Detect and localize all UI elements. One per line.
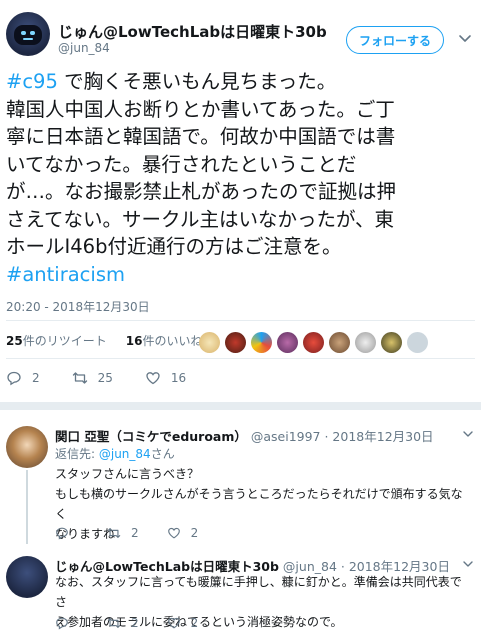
reply-tweet[interactable]: 関口 亞聖（コミケでeduroam） @asei1997 · 2018年12月3… [0,410,481,544]
chevron-down-icon[interactable] [462,558,474,570]
robot-eye-left [21,31,26,35]
reply-line: もしも横のサークルさんがそう言うところだったらそれだけで頒布する気なく [55,487,463,521]
reply-author-avatar[interactable] [6,426,48,468]
reply-count: 2 [32,371,40,385]
author-display-name[interactable]: じゅん@LowTechLabは日曜東ト30b [58,21,327,42]
like-count: 2 [190,616,199,630]
likers-avatars [199,332,428,353]
tweet-line: さえてない。サークル主はいなかったが、東 [6,207,395,231]
like-count: 16 [170,371,187,385]
tweet-line: が…。なお撮影禁止札があったので証拠は押 [6,180,397,203]
tweet-line: 韓国人中国人お断りとか書いてあった。ご丁 [6,97,395,121]
author-avatar[interactable] [6,12,50,56]
like-button[interactable]: 2 [167,526,199,540]
retweets-stat-count: 25 [6,334,23,348]
retweet-button[interactable]: 25 [72,370,113,386]
retweet-icon [72,372,87,384]
like-button[interactable]: 16 [145,370,186,386]
likes-stat-count: 16 [125,334,143,348]
chevron-down-icon[interactable] [458,31,472,45]
retweets-stat-label: 件のリツイート [22,334,107,348]
mention-link[interactable]: @jun_84 [99,447,151,461]
hashtag-link[interactable]: #c95 [6,70,58,93]
reply-actions: 2 2 [55,526,226,540]
reply-to-prefix: 返信先: [55,447,99,461]
hashtag-link[interactable]: #antiracism [6,263,125,286]
tweet-line-text: で胸くそ悪いもん見ちまった。 [57,70,337,93]
reply-actions: 2 2 [55,616,226,630]
retweet-button[interactable]: 2 [107,616,139,630]
liker-avatar[interactable] [199,332,220,353]
retweet-count: 2 [131,616,139,630]
like-count: 2 [190,526,199,540]
heart-icon [146,372,160,385]
tweet-timestamp[interactable]: 20:20 - 2018年12月30日 [6,298,150,315]
tweet-text: #c95 で胸くそ悪いもん見ちまった。 韓国人中国人お断りとか書いてあった。ご丁… [6,68,478,288]
heart-icon [167,617,180,629]
section-separator [0,402,481,410]
reply-icon [56,617,68,630]
liker-avatar[interactable] [355,332,376,353]
tweet-line: ホールI46b付近通行の方はご注意を。 [6,235,342,258]
reply-to-suffix: さん [150,447,175,461]
divider [6,358,475,359]
tweet-header: じゅん@LowTechLabは日曜東ト30b @jun_84 フォローする [0,0,481,62]
tweet-line: #c95 で胸くそ悪いもん見ちまった。 [6,68,478,96]
reply-icon [7,371,21,386]
tweet-actions: 2 25 16 [6,370,218,386]
reply-button[interactable] [55,616,79,630]
follow-button[interactable]: フォローする [346,26,444,54]
robot-face-icon [14,25,42,45]
robot-mouth [23,38,33,40]
engagement-stats: 25件のリツイート 16件のいいね [6,332,203,349]
reply-button[interactable] [55,526,79,540]
liker-avatar[interactable] [225,332,246,353]
likes-stat-label: 件のいいね [142,334,203,348]
heart-icon [167,527,180,539]
liker-avatar[interactable] [251,332,272,353]
reply-tweet[interactable]: じゅん@LowTechLabは日曜東ト30b @jun_84 · 2018年12… [0,548,481,640]
retweet-count: 25 [97,371,113,385]
chevron-down-icon[interactable] [462,428,474,440]
tweet-line: #antiracism [6,261,478,289]
retweet-icon [107,618,121,628]
likes-stat[interactable]: 16件のいいね [126,334,203,348]
default-avatar-icon[interactable] [407,332,428,353]
retweet-button[interactable]: 2 [107,526,139,540]
retweet-count: 2 [131,526,139,540]
reply-icon [56,527,68,540]
reply-meta: @asei1997 · 2018年12月30日 [246,429,434,444]
robot-eye-right [30,31,35,35]
reply-line: なお、スタッフに言っても暖簾に手押し、糠に釘かと。準備会は共同代表でさ [55,575,462,609]
thread-connector [26,470,28,544]
reply-line: スタッフさんに言うべき？ [55,467,200,481]
like-button[interactable]: 2 [167,616,199,630]
retweet-icon [107,528,121,538]
tweet-line: いてなかった。暴行されたということだ [6,152,357,176]
reply-to-line: 返信先: @jun_84さん [55,445,175,462]
liker-avatar[interactable] [381,332,402,353]
divider [6,320,475,321]
liker-avatar[interactable] [277,332,298,353]
reply-author-avatar[interactable] [6,556,48,598]
reply-button[interactable]: 2 [6,370,40,386]
liker-avatar[interactable] [303,332,324,353]
retweets-stat[interactable]: 25件のリツイート [6,334,107,348]
author-handle[interactable]: @jun_84 [58,41,110,55]
tweet-line: 寧に日本語と韓国語で。何故か中国語では書 [6,125,396,148]
reply-author-display-name: 関口 亞聖（コミケでeduroam） [55,429,247,444]
reply-author-name[interactable]: 関口 亞聖（コミケでeduroam） @asei1997 · 2018年12月3… [55,426,434,445]
liker-avatar[interactable] [329,332,350,353]
